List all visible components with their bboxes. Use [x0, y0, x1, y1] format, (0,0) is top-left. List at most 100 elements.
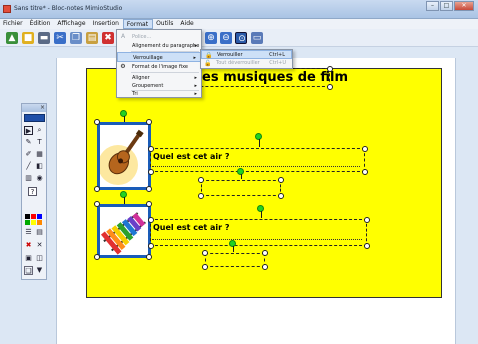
xylophone-image[interactable]: [97, 204, 151, 258]
color-swatch[interactable]: [37, 214, 42, 219]
color-swatch[interactable]: [25, 220, 30, 225]
question-label: Quel est cet air ?: [153, 152, 230, 161]
lines-icon[interactable]: ☰: [24, 228, 33, 237]
resize-handle[interactable]: [146, 119, 152, 125]
color-swatch[interactable]: [31, 220, 36, 225]
slide-title[interactable]: es musiques de film: [202, 70, 348, 85]
resize-handle[interactable]: [146, 254, 152, 260]
delete-button[interactable]: ✖: [102, 32, 114, 44]
save-icon[interactable]: ▼: [35, 266, 44, 275]
zoom-out-button[interactable]: ⊖: [220, 32, 232, 44]
zoom-fit-button[interactable]: ⊙: [235, 32, 247, 44]
resize-handle[interactable]: [94, 119, 100, 125]
menu-aide[interactable]: Aide: [177, 19, 197, 29]
resize-handle[interactable]: [262, 264, 268, 270]
color-swatch[interactable]: [37, 220, 42, 225]
gallery-icon[interactable]: ❏: [24, 266, 33, 275]
text-icon[interactable]: T: [35, 138, 44, 147]
close-icon[interactable]: ×: [40, 104, 45, 112]
resize-handle[interactable]: [148, 217, 154, 223]
layers-icon[interactable]: ▤: [35, 228, 44, 237]
palette-titlebar[interactable]: ×: [22, 104, 46, 112]
menu-item-verrouiller[interactable]: 🔒 Verrouiller Ctrl+L: [201, 50, 292, 59]
lock-submenu: 🔒 Verrouiller Ctrl+L 🔓 Tout déverrouiller Ct…: [200, 49, 293, 69]
rotate-stem: [261, 211, 262, 218]
menu-fichier[interactable]: Fichier: [0, 19, 27, 29]
stamp-icon[interactable]: ◉: [35, 174, 44, 183]
resize-handle[interactable]: [146, 186, 152, 192]
menu-edition[interactable]: Édition: [27, 19, 55, 29]
shape-icon[interactable]: ▦: [35, 150, 44, 159]
highlighter-icon[interactable]: ✐: [24, 150, 33, 159]
print-button[interactable]: ▬: [38, 32, 50, 44]
camera-icon[interactable]: ◫: [35, 254, 44, 263]
resize-handle[interactable]: [148, 146, 154, 152]
screen-icon[interactable]: ▣: [24, 254, 33, 263]
resize-handle[interactable]: [148, 243, 154, 249]
zoom-fit-icon: ⊙: [238, 34, 246, 44]
resize-handle[interactable]: [327, 84, 333, 90]
pen-icon[interactable]: ✎: [24, 138, 33, 147]
color-swatch[interactable]: [25, 214, 30, 219]
resize-handle[interactable]: [202, 250, 208, 256]
grid-icon[interactable]: ✕: [35, 241, 44, 250]
eraser-icon[interactable]: ◧: [35, 162, 44, 171]
resize-handle[interactable]: [364, 243, 370, 249]
line-icon[interactable]: ╱: [24, 162, 33, 171]
menu-item-tri[interactable]: Tri ▸: [117, 89, 201, 99]
resize-handle[interactable]: [202, 264, 208, 270]
screen-icon: ▭: [252, 33, 262, 43]
window-title: Sans titre* - Bloc-notes MimioStudio: [14, 5, 123, 12]
menu-item-verrouillage[interactable]: Verrouillage ▸: [117, 52, 201, 62]
menu-insertion[interactable]: Insertion: [90, 19, 123, 29]
fullscreen-button[interactable]: ▭: [251, 32, 263, 44]
copy-icon: ❐: [71, 33, 81, 43]
unlock-icon: 🔓: [204, 60, 212, 67]
menu-item-alignement[interactable]: Alignement du paragraphe ▸: [117, 41, 201, 51]
resize-handle[interactable]: [198, 193, 204, 199]
resize-handle[interactable]: [362, 146, 368, 152]
copy-button[interactable]: ❐: [70, 32, 82, 44]
resize-handle[interactable]: [278, 177, 284, 183]
resize-handle[interactable]: [278, 193, 284, 199]
resize-handle[interactable]: [94, 254, 100, 260]
menu-format[interactable]: Format: [122, 19, 154, 29]
zoom-in-button[interactable]: ⊕: [205, 32, 217, 44]
resize-handle[interactable]: [262, 250, 268, 256]
maximize-button[interactable]: □: [440, 1, 453, 11]
rotate-stem: [233, 246, 234, 252]
resize-handle[interactable]: [327, 66, 333, 72]
guitar-icon: [98, 129, 144, 185]
guitar-image[interactable]: [97, 122, 151, 190]
help-icon[interactable]: ?: [28, 187, 37, 196]
menu-item-format-image[interactable]: ⚙ Format de l'image fixe: [117, 62, 201, 72]
answer-box[interactable]: [201, 180, 281, 196]
minimize-button[interactable]: –: [426, 1, 439, 11]
tool-palette[interactable]: × ▶ ⌕ ✎ T ✐ ▦ ╱ ◧ ▥ ◉ ? ☰ ▤ ✖ ✕ ▣ ◫ ❏ ▼: [21, 103, 47, 280]
menubar: Fichier Édition Affichage Insertion Form…: [0, 19, 478, 29]
paste-button[interactable]: ▤: [86, 32, 98, 44]
window-titlebar[interactable]: Sans titre* - Bloc-notes MimioStudio – □…: [0, 0, 478, 19]
answer-box[interactable]: [205, 253, 265, 267]
resize-handle[interactable]: [362, 169, 368, 175]
new-page-button[interactable]: ▲: [6, 32, 18, 44]
cut-button[interactable]: ✂: [54, 32, 66, 44]
resize-handle[interactable]: [146, 201, 152, 207]
printer-icon: ▬: [39, 33, 49, 43]
answer-line: [152, 166, 360, 167]
zoom-in-icon: ⊕: [207, 33, 215, 43]
color-swatch[interactable]: [31, 214, 36, 219]
fill-icon[interactable]: ▥: [24, 174, 33, 183]
select-arrow-icon[interactable]: ▶: [24, 126, 33, 135]
menu-affichage[interactable]: Affichage: [54, 19, 89, 29]
delete-icon[interactable]: ✖: [24, 241, 33, 250]
resize-handle[interactable]: [364, 217, 370, 223]
close-button[interactable]: ✕: [454, 1, 474, 11]
magnifier-icon[interactable]: ⌕: [35, 126, 44, 135]
resize-handle[interactable]: [148, 169, 154, 175]
resize-handle[interactable]: [94, 201, 100, 207]
resize-handle[interactable]: [198, 177, 204, 183]
open-button[interactable]: ■: [22, 32, 34, 44]
menu-outils[interactable]: Outils: [153, 19, 177, 29]
resize-handle[interactable]: [94, 186, 100, 192]
